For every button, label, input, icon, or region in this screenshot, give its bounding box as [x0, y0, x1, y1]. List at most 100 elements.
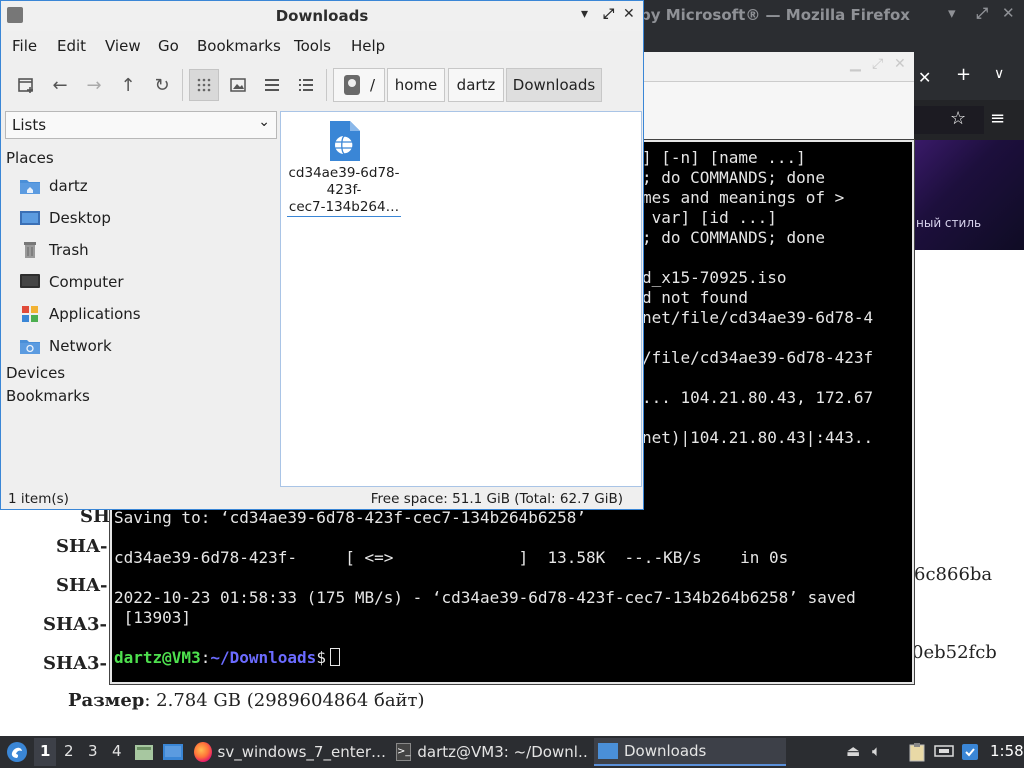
prompt-symbol: $ — [316, 648, 326, 667]
file-view[interactable]: cd34ae39-6d78- 423f- cec7-134b264… — [280, 111, 642, 487]
breadcrumb-root[interactable]: / — [333, 68, 385, 102]
sidebar-item-trash[interactable]: Trash — [19, 236, 269, 264]
home-folder-icon — [19, 177, 41, 195]
file-name-line: 423f- — [326, 182, 362, 198]
bookmarks-heading[interactable]: Bookmarks — [6, 387, 90, 405]
task-firefox[interactable]: sv_windows_7_enter… — [190, 738, 386, 766]
prompt-path: ~/Downloads — [210, 648, 317, 667]
menu-bookmarks[interactable]: Bookmarks — [197, 37, 281, 55]
toolbar: ← → ↑ ↻ / home dartz Downloads — [1, 61, 643, 109]
sidebar-item-applications[interactable]: Applications — [19, 300, 269, 328]
forward-arrow-icon[interactable]: → — [80, 71, 108, 99]
file-manager-titlebar: Downloads ▾ ⤢ ✕ — [1, 1, 643, 31]
menu-help[interactable]: Help — [351, 37, 385, 55]
bookmark-star-icon[interactable]: ☆ — [950, 108, 966, 129]
task-label: Downloads — [624, 742, 707, 760]
compact-view-icon[interactable] — [258, 71, 286, 99]
new-tab-icon[interactable]: + — [956, 64, 971, 85]
menu-tools[interactable]: Tools — [294, 37, 331, 55]
firefox-window-title: by Microsoft® — Mozilla Firefox — [640, 6, 910, 24]
close-icon[interactable]: ✕ — [623, 6, 635, 22]
toolbar-separator — [326, 69, 327, 101]
menu-file[interactable]: File — [12, 37, 37, 55]
close-icon[interactable]: ✕ — [894, 56, 906, 72]
sidebar-item-dartz[interactable]: dartz — [19, 172, 269, 200]
maximize-icon[interactable]: ⤢ — [976, 4, 988, 22]
minimize-icon[interactable]: ▾ — [948, 4, 956, 22]
desktop-launcher-icon[interactable] — [162, 743, 184, 765]
size-label: Размер — [68, 690, 145, 711]
close-icon[interactable]: ✕ — [1002, 4, 1015, 22]
network-folder-icon — [19, 337, 41, 355]
desktop-icon — [19, 209, 41, 227]
tab-list-icon[interactable]: ∨ — [994, 66, 1004, 82]
file-name-line: cd34ae39-6d78- — [288, 165, 400, 181]
status-bar: 1 item(s) Free space: 51.1 GiB (Total: 6… — [1, 489, 643, 509]
eject-icon[interactable]: ⏏ — [846, 742, 860, 760]
network-wired-icon[interactable] — [934, 742, 954, 764]
places-heading: Places — [6, 149, 54, 167]
hash-value: 0eb52fcb — [912, 642, 997, 663]
reload-icon[interactable]: ↻ — [148, 71, 176, 99]
task-downloads[interactable]: Downloads — [594, 738, 786, 766]
clipboard-icon[interactable] — [908, 742, 926, 766]
sidebar-item-network[interactable]: Network — [19, 332, 269, 360]
side-pane-mode-label: Lists — [12, 116, 47, 134]
banner-text: ный стиль — [916, 216, 982, 230]
up-arrow-icon[interactable]: ↑ — [114, 71, 142, 99]
menu-view[interactable]: View — [105, 37, 141, 55]
thumbnail-view-icon[interactable] — [224, 71, 252, 99]
file-name-line: cec7-134b264… — [288, 199, 400, 215]
side-pane: Lists ⌄ Places dartz Desktop Trash Compu… — [3, 111, 277, 489]
menu-icon[interactable]: ≡ — [990, 108, 1005, 129]
menu-go[interactable]: Go — [158, 37, 179, 55]
clock[interactable]: 1:58 — [990, 742, 1024, 760]
terminal-line: ... 104.21.80.43, 172.67 — [642, 388, 874, 407]
file-name: cd34ae39-6d78- 423f- cec7-134b264… — [287, 165, 401, 217]
maximize-icon[interactable]: ⤢ — [603, 6, 614, 22]
terminal-line: mes and meanings of > — [642, 188, 845, 207]
terminal-line: var] [id ...] — [642, 208, 777, 227]
new-tab-icon[interactable] — [12, 71, 40, 99]
devices-heading[interactable]: Devices — [6, 364, 65, 382]
menu-edit[interactable]: Edit — [57, 37, 86, 55]
maximize-icon[interactable]: ⤢ — [872, 56, 883, 72]
prompt-separator: : — [200, 648, 211, 667]
detailed-list-icon[interactable] — [292, 71, 320, 99]
minimize-icon[interactable]: ▾ — [581, 6, 588, 22]
update-notifier-icon[interactable] — [960, 742, 980, 766]
workspace-1[interactable]: 1 — [40, 742, 50, 760]
back-arrow-icon[interactable]: ← — [46, 71, 74, 99]
volume-icon[interactable]: 🔈︎ — [872, 742, 881, 760]
terminal-line: d_x15-70925.iso — [642, 268, 787, 287]
breadcrumb-dartz[interactable]: dartz — [448, 68, 504, 102]
sidebar-item-desktop[interactable]: Desktop — [19, 204, 269, 232]
sidebar-item-label: Computer — [49, 273, 124, 291]
terminal-line: [13903] — [114, 608, 192, 627]
toolbar-separator — [182, 69, 183, 101]
hash-label: SHA3- — [43, 653, 107, 674]
start-menu-icon[interactable] — [6, 741, 28, 767]
sidebar-item-label: Desktop — [49, 209, 111, 227]
workspace-2[interactable]: 2 — [64, 742, 74, 760]
breadcrumb-downloads[interactable]: Downloads — [506, 68, 602, 102]
hash-label: SHA3- — [43, 614, 107, 635]
tab-close-icon[interactable]: ✕ — [918, 68, 931, 87]
sidebar-item-computer[interactable]: Computer — [19, 268, 269, 296]
file-manager-launcher-icon[interactable] — [134, 743, 154, 765]
task-terminal[interactable]: >_ dartz@VM3: ~/Downl… — [392, 738, 588, 766]
terminal-line: /file/cd34ae39-6d78-423f — [642, 348, 874, 367]
folder-icon — [598, 743, 618, 759]
terminal-line: ; do COMMANDS; done — [642, 228, 826, 247]
workspace-3[interactable]: 3 — [88, 742, 98, 760]
breadcrumb-home[interactable]: home — [387, 68, 445, 102]
minimize-icon[interactable]: ▁ — [850, 56, 861, 72]
url-bar[interactable] — [908, 106, 984, 134]
icon-view-icon[interactable] — [189, 69, 219, 101]
web-file-icon — [330, 121, 360, 161]
applications-icon — [19, 305, 41, 323]
breadcrumb-label: / — [370, 76, 376, 94]
file-manager-window: Downloads ▾ ⤢ ✕ File Edit View Go Bookma… — [0, 0, 644, 510]
side-pane-mode-select[interactable]: Lists ⌄ — [5, 111, 277, 139]
workspace-4[interactable]: 4 — [112, 742, 122, 760]
